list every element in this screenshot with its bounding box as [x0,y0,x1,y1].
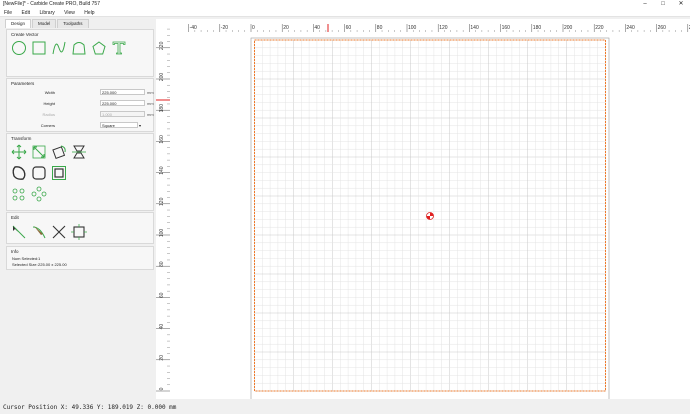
boolean-icon[interactable] [51,165,67,181]
selected-size-label: Selected Size: [12,262,38,267]
left-ruler-ticks: 220200180160140120100806040200 [156,22,170,392]
num-selected-label: Num Selected: [12,256,39,261]
width-label: Width [44,90,55,95]
radius-unit: mm [147,112,154,117]
radius-label: Radius [42,112,55,117]
left-ruler-label: 220 [159,41,165,50]
tab-model[interactable]: Model [32,19,57,28]
polyline-icon[interactable] [71,40,87,56]
left-ruler-label: 100 [159,229,165,238]
fillet-icon[interactable] [31,165,47,181]
menu-edit[interactable]: Edit [21,9,30,17]
maximize-button[interactable]: □ [654,0,672,9]
menu-bar: File Edit Library View Help [0,9,690,17]
design-canvas[interactable]: -40 -20 0 20 40 60 80 100 120 140 160 180 200 220 240 2… [156,19,690,399]
left-ruler-label: 160 [159,135,165,144]
trim-icon[interactable] [51,224,67,240]
left-panel: Design Model Toolpaths Create Vector Par… [2,19,154,399]
node-edit-icon[interactable] [11,224,27,240]
info-section: Info Num Selected: 1 Selected Size: 225.… [6,246,154,270]
rotate-icon[interactable] [51,144,67,160]
num-selected-value: 1 [38,256,41,261]
workspace[interactable] [170,27,690,399]
menu-library[interactable]: Library [39,9,54,17]
array-icon[interactable] [11,186,27,202]
circle-icon[interactable] [11,40,27,56]
height-input[interactable]: 225.000 [100,100,145,106]
origin-marker[interactable] [426,212,434,220]
curve-icon[interactable] [51,40,67,56]
menu-help[interactable]: Help [84,9,94,17]
height-unit: mm [147,101,154,106]
circular-array-icon[interactable] [31,186,47,202]
scale-icon[interactable] [31,144,47,160]
edit-title: Edit [11,215,19,220]
left-ruler-label: 0 [159,387,165,390]
info-title: Info [11,249,19,254]
width-unit: mm [147,90,154,95]
create-vector-title: Create Vector [11,32,39,37]
parameters-section: Parameters Width 225.000 mm Height 225.0… [6,78,154,132]
radius-input[interactable]: 1.000 [100,111,145,117]
corners-select[interactable]: Square [100,122,138,128]
close-button[interactable]: ✕ [672,0,690,9]
left-ruler: 220 200 180 160 140 120 100 80 60 40 20 0 [156,22,170,399]
knife-icon[interactable] [31,224,47,240]
window-title: [NewFile]* - Carbide Create PRO, Build 7… [3,1,100,7]
transform-title: Transform [11,136,32,141]
chevron-down-icon[interactable]: ▾ [139,122,141,129]
minimize-button[interactable]: – [636,0,654,9]
menu-view[interactable]: View [64,9,75,17]
polygon-icon[interactable] [91,40,107,56]
left-ruler-label: 180 [159,104,165,113]
rectangle-icon[interactable] [31,40,47,56]
panel-tabs: Design Model Toolpaths [5,19,90,28]
menu-file[interactable]: File [4,9,12,17]
parameters-title: Parameters [11,81,35,86]
transform-section: Transform [6,133,154,211]
offset-icon[interactable] [11,165,27,181]
tab-design[interactable]: Design [5,19,32,28]
left-ruler-label: 140 [159,166,165,175]
left-ruler-label: 120 [159,197,165,206]
corners-label: Corners [40,123,55,128]
edit-section: Edit [6,212,154,244]
status-bar: Cursor Position X: 49.336 Y: 189.019 Z: … [0,401,690,414]
width-input[interactable]: 225.000 [100,89,145,95]
top-ruler: -40 -20 0 20 40 60 80 100 120 140 160 180 200 220 240 2… [170,19,690,32]
move-icon[interactable] [11,144,27,160]
title-bar: [NewFile]* - Carbide Create PRO, Build 7… [0,0,690,9]
tab-toolpaths[interactable]: Toolpaths [57,19,89,28]
create-vector-section: Create Vector [6,29,154,77]
left-ruler-label: 200 [159,73,165,82]
ruler-corner [156,19,170,27]
height-label: Height [43,101,55,106]
selected-size-value: 225.00 x 225.00 [38,262,67,267]
cursor-position: Cursor Position X: 49.336 Y: 189.019 Z: … [3,404,177,411]
join-icon[interactable] [71,224,87,240]
mirror-icon[interactable] [71,144,87,160]
text-icon[interactable] [111,40,127,56]
